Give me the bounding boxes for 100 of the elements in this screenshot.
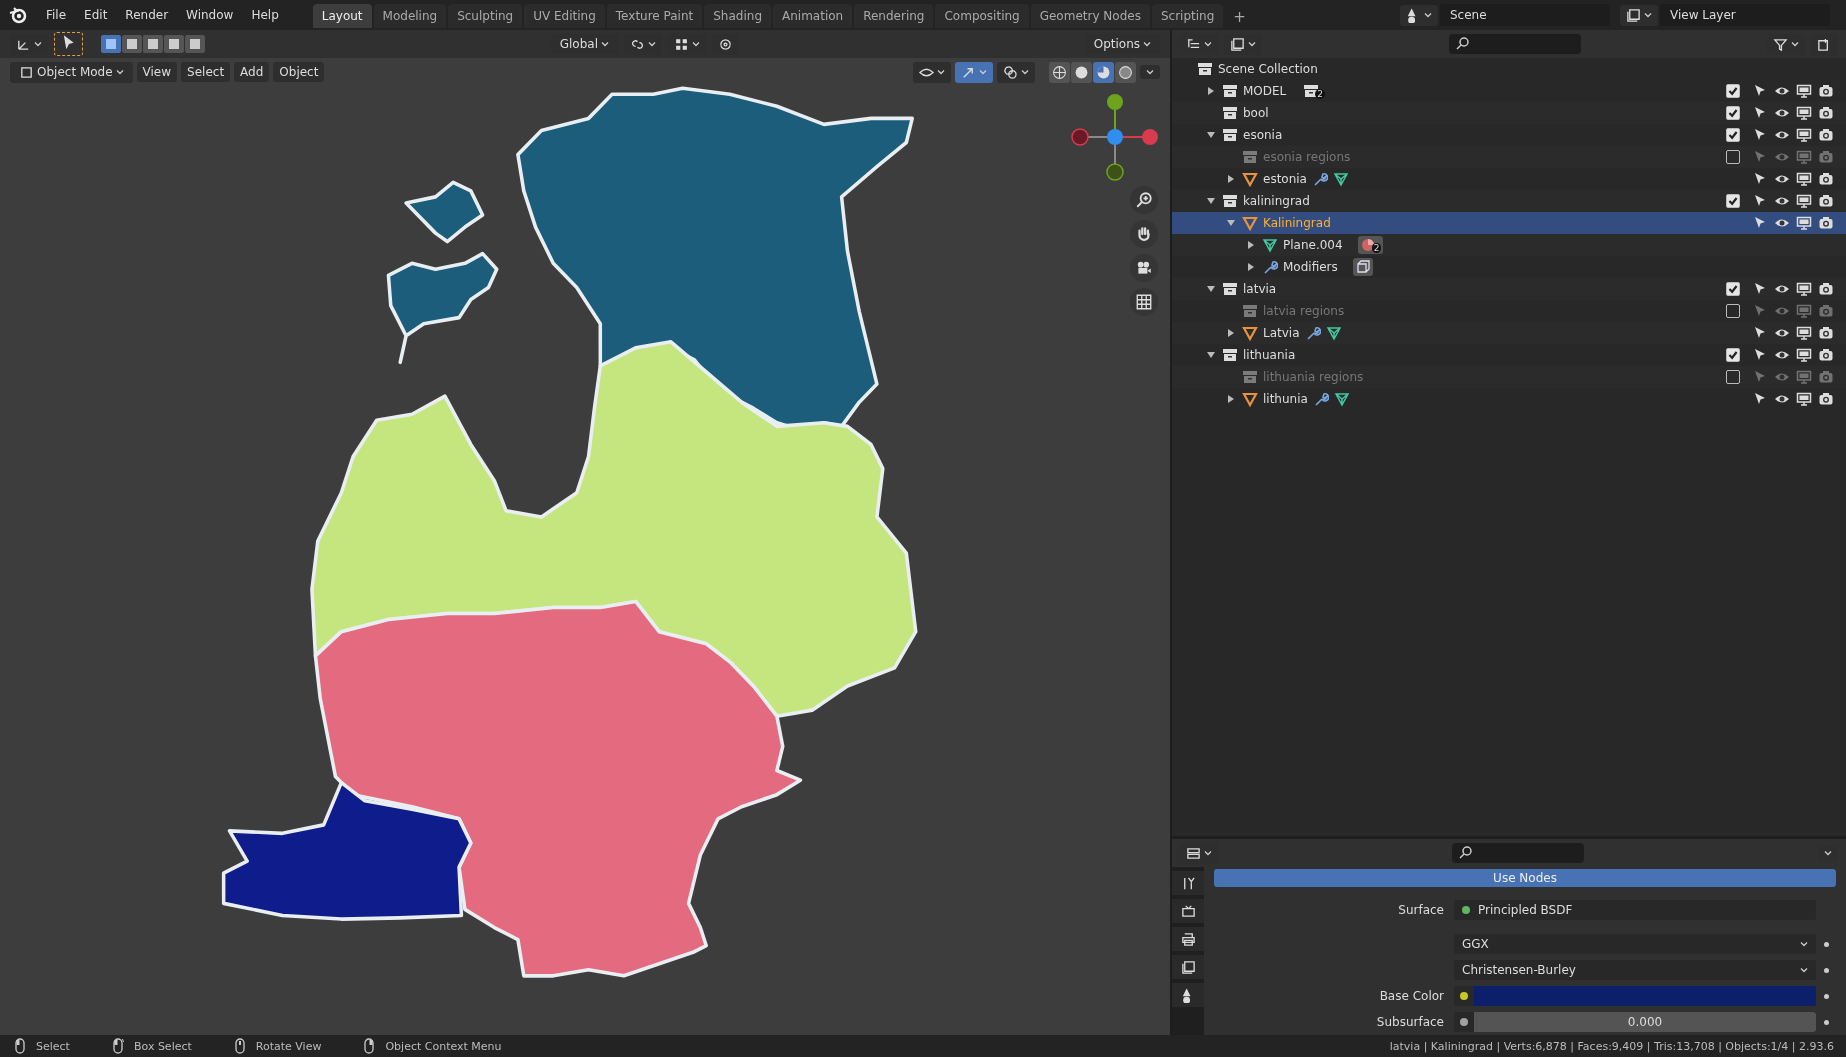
view-layer-tab[interactable] [1172, 955, 1204, 979]
workspace-tab[interactable]: Modeling [373, 4, 447, 28]
checkbox[interactable] [1726, 194, 1740, 208]
workspace-tab[interactable]: Scripting [1151, 4, 1224, 28]
outliner-row[interactable]: Kaliningrad [1172, 212, 1846, 234]
modifier-badge[interactable] [1352, 258, 1373, 276]
monitor-icon[interactable] [1796, 325, 1812, 341]
collapsed-arrow-icon[interactable] [1227, 395, 1235, 403]
workspace-tab[interactable]: Rendering [854, 4, 934, 28]
menu-item[interactable]: Edit [76, 4, 116, 26]
keyframe-dot[interactable] [1823, 993, 1829, 999]
checkbox[interactable] [1726, 150, 1740, 164]
scene-type-button[interactable] [1400, 4, 1438, 26]
overlay-button[interactable] [997, 61, 1035, 83]
checkbox[interactable] [1726, 106, 1740, 120]
search-field[interactable] [1448, 34, 1581, 54]
checkbox[interactable] [1726, 304, 1740, 318]
monitor-icon[interactable] [1796, 193, 1812, 209]
camera-icon[interactable] [1818, 171, 1834, 187]
color-swatch[interactable] [1474, 986, 1816, 1006]
select-mode-button[interactable] [122, 35, 142, 53]
workspace-tab[interactable]: Texture Paint [606, 4, 703, 28]
shading-button[interactable] [1093, 61, 1114, 83]
monitor-icon[interactable] [1796, 105, 1812, 121]
checkbox[interactable] [1726, 282, 1740, 296]
output-tab[interactable] [1172, 927, 1204, 951]
tree-item[interactable]: Scene Collection [1218, 62, 1318, 76]
view-layer-type-button[interactable] [1620, 4, 1658, 26]
navigation-gizmo[interactable] [1070, 92, 1160, 182]
shading-button[interactable] [1115, 61, 1136, 83]
camera-icon[interactable] [1818, 325, 1834, 341]
expanded-arrow-icon[interactable] [1227, 219, 1235, 227]
use-nodes-button[interactable]: Use Nodes [1214, 869, 1836, 887]
monitor-icon[interactable] [1796, 281, 1812, 297]
hand-icon[interactable] [1130, 220, 1158, 248]
value-slider[interactable]: 0.000 [1474, 1012, 1816, 1032]
shader-name[interactable]: Principled BSDF [1478, 903, 1573, 917]
add-workspace-button[interactable]: + [1225, 6, 1254, 28]
mode-dropdown[interactable]: Object Mode [10, 61, 133, 83]
tool-tab[interactable] [1172, 871, 1204, 895]
camera-icon[interactable] [1818, 281, 1834, 297]
collapsed-arrow-icon[interactable] [1227, 175, 1235, 183]
keyframe-dot[interactable] [1823, 941, 1829, 947]
render-tab[interactable] [1172, 899, 1204, 923]
expanded-arrow-icon[interactable] [1207, 285, 1215, 293]
collapsed-arrow-icon[interactable] [1207, 87, 1215, 95]
checkbox[interactable] [1726, 370, 1740, 384]
monitor-icon[interactable] [1796, 391, 1812, 407]
camera-icon[interactable] [1818, 83, 1834, 99]
zoom-icon[interactable] [1130, 186, 1158, 214]
shading-options-button[interactable] [1140, 65, 1160, 79]
camera-icon[interactable] [1818, 127, 1834, 143]
viewport-menu[interactable]: Add [234, 62, 270, 82]
expanded-arrow-icon[interactable] [1207, 351, 1215, 359]
monitor-icon[interactable] [1796, 215, 1812, 231]
monitor-icon[interactable] [1796, 83, 1812, 99]
material-badge[interactable]: 2 [1357, 236, 1384, 254]
workspace-tab[interactable]: Compositing [935, 4, 1029, 28]
camera-icon[interactable] [1130, 254, 1158, 282]
visibility-button[interactable] [913, 61, 951, 83]
shading-button[interactable] [1049, 61, 1070, 83]
dropdown[interactable]: Christensen-Burley [1454, 960, 1816, 980]
menu-item[interactable]: Help [243, 4, 287, 26]
keyframe-dot[interactable] [1823, 967, 1829, 973]
expanded-arrow-icon[interactable] [1207, 197, 1215, 205]
collapsed-arrow-icon[interactable] [1247, 263, 1255, 271]
collapsed-arrow-icon[interactable] [1227, 329, 1235, 337]
workspace-tab[interactable]: Geometry Nodes [1030, 4, 1150, 28]
viewport-menu[interactable]: View [136, 62, 178, 82]
select-mode-button[interactable] [185, 35, 205, 53]
app-logo-icon[interactable] [8, 5, 28, 25]
select-mode-button[interactable] [101, 35, 121, 53]
menu-item[interactable]: Window [178, 4, 242, 26]
expanded-arrow-icon[interactable] [1207, 131, 1215, 139]
shading-button[interactable] [1071, 61, 1092, 83]
workspace-tab[interactable]: Shading [704, 4, 771, 28]
select-tool-button[interactable] [54, 32, 83, 56]
gizmo-button[interactable] [955, 61, 993, 83]
camera-icon[interactable] [1818, 215, 1834, 231]
checkbox[interactable] [1726, 128, 1740, 142]
monitor-icon[interactable] [1796, 127, 1812, 143]
viewport-menu[interactable]: Select [181, 62, 231, 82]
keyframe-dot[interactable] [1823, 1019, 1829, 1025]
monitor-icon[interactable] [1796, 347, 1812, 363]
scene-tab[interactable] [1172, 983, 1204, 1007]
select-mode-button[interactable] [164, 35, 184, 53]
grid-icon[interactable] [1130, 288, 1158, 316]
select-mode-button[interactable] [143, 35, 163, 53]
menu-item[interactable]: Render [117, 4, 177, 26]
checkbox[interactable] [1726, 84, 1740, 98]
workspace-tab[interactable]: Animation [773, 4, 853, 28]
checkbox[interactable] [1726, 348, 1740, 362]
scene-field[interactable]: Scene [1440, 4, 1610, 26]
camera-icon[interactable] [1818, 347, 1834, 363]
camera-icon[interactable] [1818, 193, 1834, 209]
workspace-tab[interactable]: UV Editing [524, 4, 605, 28]
workspace-tab[interactable]: Layout [312, 4, 372, 28]
view-layer-field[interactable]: View Layer [1660, 4, 1830, 26]
menu-item[interactable]: File [38, 4, 75, 26]
dropdown[interactable]: GGX [1454, 934, 1816, 954]
